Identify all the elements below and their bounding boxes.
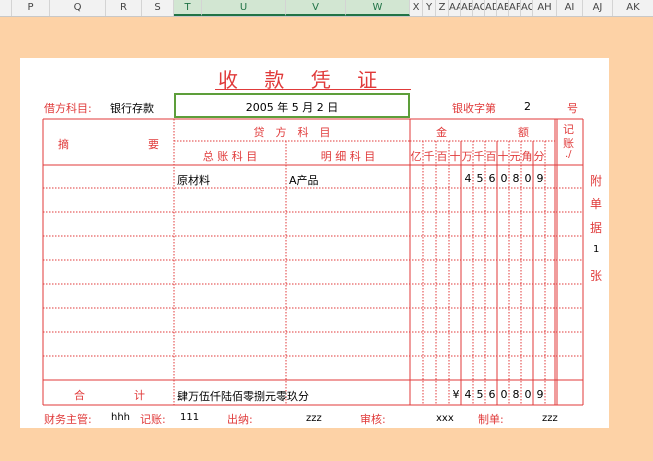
unit-label: 千 — [473, 150, 485, 163]
total-digit[interactable]: ¥ — [451, 388, 461, 401]
column-header[interactable]: T — [174, 0, 202, 16]
attachment-label-1: 附 — [590, 174, 603, 188]
unit-label: 千 — [423, 150, 435, 163]
supervisor-label: 财务主管: — [44, 413, 92, 426]
debit-account-label: 借方科目: — [44, 102, 92, 115]
summary-header-1: 摘 — [58, 138, 69, 151]
column-header[interactable]: AI — [557, 0, 583, 16]
column-header[interactable]: U — [202, 0, 286, 16]
column-header[interactable]: AJ — [583, 0, 613, 16]
column-header[interactable]: AK — [613, 0, 653, 16]
attachment-label-4: 张 — [590, 269, 603, 283]
debit-account-value[interactable]: 银行存款 — [110, 100, 154, 116]
column-header[interactable]: AF — [509, 0, 521, 16]
unit-label: 百 — [436, 150, 448, 163]
amount-header-2: 额 — [518, 126, 529, 139]
amount-digit[interactable]: 8 — [511, 172, 521, 185]
column-header[interactable]: AB — [461, 0, 473, 16]
total-digit[interactable]: 5 — [475, 388, 485, 401]
column-header[interactable]: W — [346, 0, 410, 16]
unit-label: 十 — [497, 150, 509, 163]
amount-digit[interactable]: 0 — [523, 172, 533, 185]
auditor-label: 审核: — [360, 413, 386, 426]
summary-header-2: 要 — [148, 138, 159, 151]
posted-header-3: ./ — [565, 149, 572, 160]
voucher-number-value[interactable]: 2 — [524, 100, 531, 113]
total-label-2: 计 — [134, 389, 145, 402]
total-digit[interactable]: 6 — [487, 388, 497, 401]
supervisor-value[interactable]: hhh — [111, 412, 130, 423]
cashier-label: 出纳: — [227, 413, 253, 426]
title-underline — [215, 89, 411, 90]
unit-label: 十 — [449, 150, 461, 163]
column-header[interactable]: AH — [533, 0, 557, 16]
unit-label: 百 — [485, 150, 497, 163]
column-header[interactable]: R — [106, 0, 142, 16]
column-header[interactable]: AE — [497, 0, 509, 16]
amount-digit[interactable]: 9 — [535, 172, 545, 185]
general-ledger-header: 总 账 科 目 — [202, 150, 258, 163]
auditor-value[interactable]: xxx — [436, 413, 454, 424]
credit-account-header: 贷 方 科 目 — [253, 126, 331, 139]
column-header[interactable]: Z — [436, 0, 449, 16]
voucher-number-suffix: 号 — [567, 102, 578, 115]
unit-label: 元 — [509, 150, 521, 163]
voucher-date[interactable]: 2005 年 5 月 2 日 — [174, 99, 410, 115]
attachment-label-2: 单 — [590, 197, 603, 211]
unit-label: 分 — [533, 150, 545, 163]
amount-digit[interactable]: 0 — [499, 172, 509, 185]
attachment-label-3: 据 — [590, 221, 603, 235]
total-amount-words[interactable]: 肆万伍仟陆佰零捌元零玖分 — [177, 388, 309, 404]
column-header[interactable]: AG — [521, 0, 533, 16]
unit-label: 万 — [461, 150, 473, 163]
column-header[interactable]: V — [286, 0, 346, 16]
row1-general-account[interactable]: 原材料 — [177, 172, 210, 188]
column-header-bar: P Q R S T U V W X Y Z AA AB AC AD AE AF … — [0, 0, 653, 17]
column-header[interactable]: AA — [449, 0, 461, 16]
column-header[interactable] — [0, 0, 12, 16]
preparer-label: 制单: — [478, 413, 504, 426]
unit-label: 亿 — [410, 150, 422, 163]
bookkeeper-label: 记账: — [140, 413, 166, 426]
total-digit[interactable]: 8 — [511, 388, 521, 401]
total-label-1: 合 — [74, 389, 85, 402]
bookkeeper-value[interactable]: 111 — [180, 412, 199, 423]
total-digit[interactable]: 4 — [463, 388, 473, 401]
unit-label: 角 — [521, 150, 533, 163]
column-header[interactable]: Q — [50, 0, 106, 16]
amount-digit[interactable]: 4 — [463, 172, 473, 185]
column-header[interactable]: AD — [485, 0, 497, 16]
column-header[interactable]: X — [410, 0, 423, 16]
total-digit[interactable]: 9 — [535, 388, 545, 401]
column-header[interactable]: Y — [423, 0, 436, 16]
amount-digit[interactable]: 6 — [487, 172, 497, 185]
total-digit[interactable]: 0 — [499, 388, 509, 401]
total-digit[interactable]: 0 — [523, 388, 533, 401]
voucher-number-label: 银收字第 — [452, 102, 496, 115]
cashier-value[interactable]: zzz — [306, 413, 322, 424]
preparer-value[interactable]: zzz — [542, 413, 558, 424]
column-header[interactable]: AC — [473, 0, 485, 16]
amount-header-1: 金 — [436, 126, 447, 139]
column-header[interactable]: S — [142, 0, 174, 16]
column-header[interactable]: P — [12, 0, 50, 16]
attachment-count[interactable]: 1 — [593, 244, 599, 255]
detail-account-header: 明 细 科 目 — [320, 150, 376, 163]
row1-detail-account[interactable]: A产品 — [289, 172, 319, 188]
amount-digit[interactable]: 5 — [475, 172, 485, 185]
